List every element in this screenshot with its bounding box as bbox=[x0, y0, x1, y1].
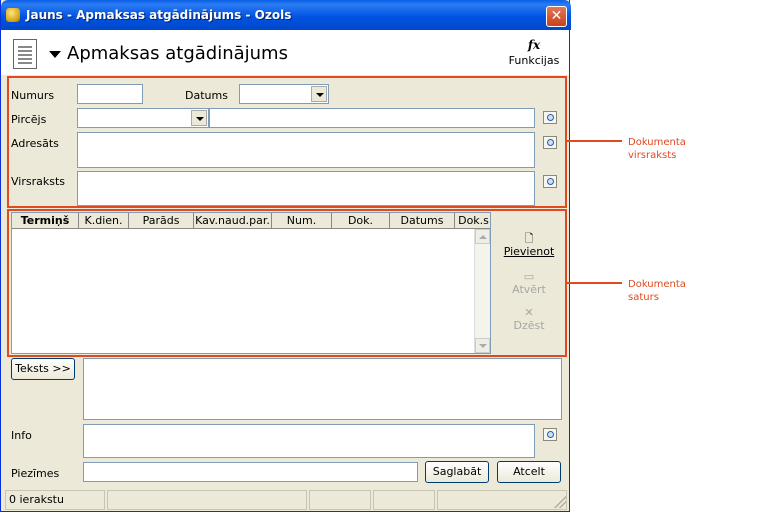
virsraksts-field[interactable] bbox=[77, 171, 535, 206]
callout-line-content bbox=[566, 282, 622, 284]
column-header-dok[interactable]: Dok. bbox=[332, 213, 390, 229]
chevron-down-icon[interactable] bbox=[191, 110, 207, 126]
chevron-down-icon[interactable] bbox=[49, 51, 61, 58]
column-header-datums[interactable]: Datums bbox=[390, 213, 455, 229]
close-button[interactable]: ✕ bbox=[546, 6, 567, 27]
window-title: Jauns - Apmaksas atgādinājums - Ozols bbox=[26, 8, 292, 22]
info-label: Info bbox=[11, 429, 32, 442]
notes-input[interactable] bbox=[83, 462, 418, 482]
resize-grip-icon[interactable] bbox=[554, 496, 566, 508]
info-lookup-icon[interactable] bbox=[543, 428, 557, 441]
pircejs-lookup-icon[interactable] bbox=[543, 111, 557, 124]
status-panel-5 bbox=[437, 490, 567, 510]
status-record-count: 0 ierakstu bbox=[5, 490, 105, 510]
functions-button[interactable]: fx Funkcijas bbox=[508, 38, 560, 67]
function-icon: fx bbox=[527, 38, 541, 52]
callout-line-header bbox=[566, 140, 622, 142]
virsraksts-lookup-icon[interactable] bbox=[543, 175, 557, 188]
text-toggle-button[interactable]: Teksts >> bbox=[11, 358, 75, 380]
pircejs-name-field[interactable] bbox=[209, 108, 535, 128]
virsraksts-label: Virsraksts bbox=[11, 175, 66, 188]
add-button[interactable]: 🗋 Pievienot bbox=[501, 232, 557, 258]
pircejs-label: Pircējs bbox=[11, 113, 47, 126]
title-bar[interactable]: Jauns - Apmaksas atgādinājums - Ozols ✕ bbox=[1, 0, 571, 30]
scroll-up-icon[interactable] bbox=[475, 229, 490, 244]
text-area[interactable] bbox=[83, 358, 562, 420]
delete-button[interactable]: ✕ Dzēst bbox=[501, 306, 557, 332]
status-panel-3 bbox=[309, 490, 371, 510]
datums-label: Datums bbox=[185, 89, 228, 102]
numurs-label: Numurs bbox=[11, 89, 55, 102]
chevron-down-icon[interactable] bbox=[311, 86, 327, 102]
status-panel-4 bbox=[373, 490, 435, 510]
add-button-label: Pievienot bbox=[503, 245, 555, 258]
new-document-icon: 🗋 bbox=[524, 232, 534, 245]
status-panel-2 bbox=[107, 490, 307, 510]
notes-label: Piezīmes bbox=[11, 467, 60, 480]
adresats-label: Adresāts bbox=[11, 137, 59, 150]
datums-select[interactable] bbox=[239, 84, 329, 104]
column-header-parads[interactable]: Parāds bbox=[129, 213, 194, 229]
document-header: Apmaksas atgādinājums fx Funkcijas bbox=[1, 30, 569, 75]
column-header-k-dien[interactable]: K.dien. bbox=[79, 213, 129, 229]
vertical-scrollbar[interactable] bbox=[474, 229, 490, 353]
callout-content-label: Dokumenta saturs bbox=[628, 279, 686, 303]
document-icon bbox=[13, 39, 37, 69]
table-header: Termiņš K.dien. Parāds Kav.naud.par. Num… bbox=[12, 213, 490, 229]
open-button[interactable]: ▭ Atvērt bbox=[501, 270, 557, 296]
cancel-button[interactable]: Atcelt bbox=[497, 461, 561, 483]
items-table[interactable]: Termiņš K.dien. Parāds Kav.naud.par. Num… bbox=[11, 212, 491, 354]
app-window: Jauns - Apmaksas atgādinājums - Ozols ✕ … bbox=[0, 0, 571, 512]
callout-header-label: Dokumenta virsraksts bbox=[628, 137, 686, 161]
column-header-termins[interactable]: Termiņš bbox=[12, 213, 79, 229]
folder-open-icon: ▭ bbox=[523, 270, 535, 283]
column-header-dok-s[interactable]: Dok.s bbox=[455, 213, 492, 229]
column-header-num[interactable]: Num. bbox=[272, 213, 332, 229]
close-icon: ✕ bbox=[550, 8, 563, 24]
info-field[interactable] bbox=[83, 424, 535, 458]
functions-label: Funkcijas bbox=[508, 54, 560, 67]
scroll-down-icon[interactable] bbox=[475, 338, 490, 353]
adresats-lookup-icon[interactable] bbox=[543, 136, 557, 149]
delete-button-label: Dzēst bbox=[513, 319, 545, 332]
adresats-field[interactable] bbox=[77, 132, 535, 168]
numurs-input[interactable] bbox=[77, 84, 143, 104]
app-icon bbox=[6, 8, 20, 22]
delete-icon: ✕ bbox=[524, 306, 534, 319]
pircejs-select[interactable] bbox=[77, 108, 209, 128]
save-button[interactable]: Saglabāt bbox=[425, 461, 489, 483]
open-button-label: Atvērt bbox=[512, 283, 546, 296]
column-header-kav-naud[interactable]: Kav.naud.par. bbox=[194, 213, 272, 229]
page-title: Apmaksas atgādinājums bbox=[67, 43, 288, 64]
